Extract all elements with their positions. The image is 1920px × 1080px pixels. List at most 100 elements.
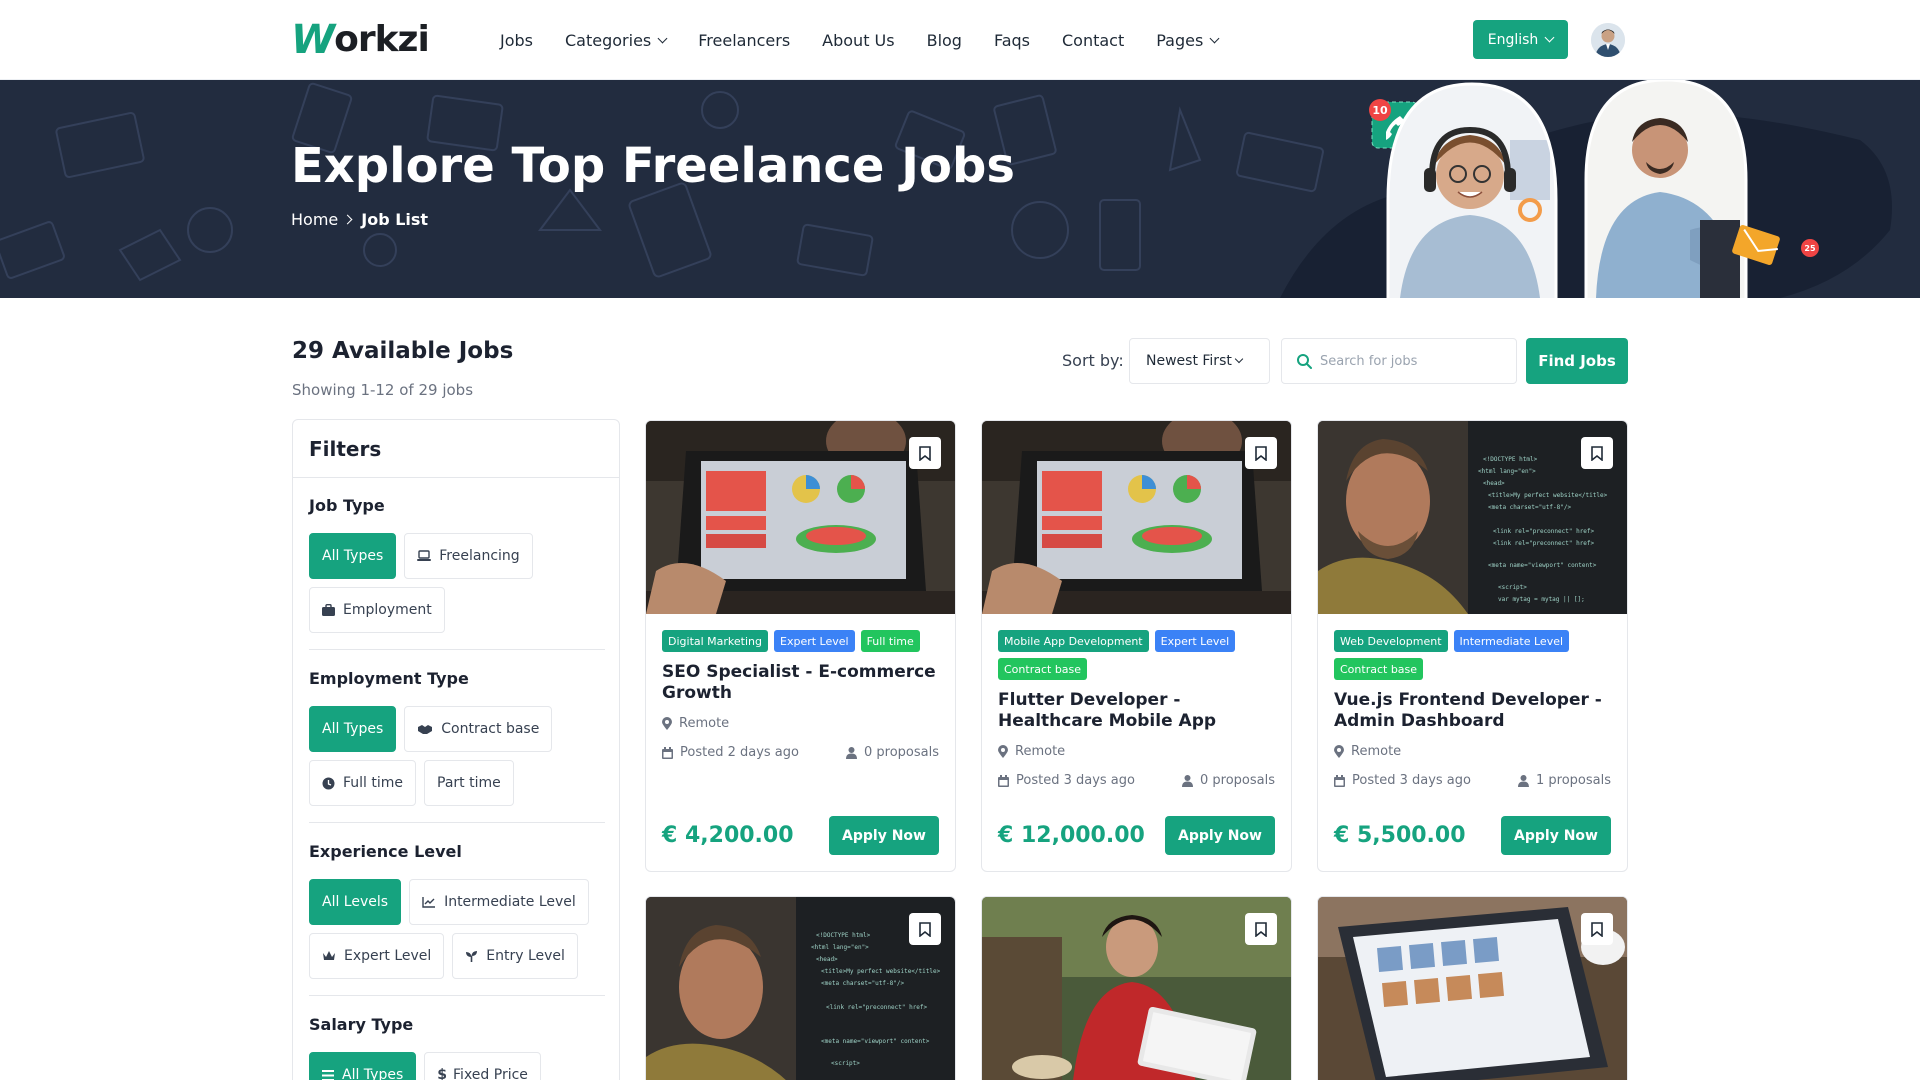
nav-pages-label: Pages (1156, 30, 1204, 50)
divider (309, 649, 605, 650)
level-tag[interactable]: Intermediate Level (1453, 630, 1570, 652)
filter-option-label: Expert Level (344, 948, 432, 964)
sort-select[interactable]: Newest First (1129, 338, 1270, 384)
logo-text: orkzi (334, 19, 430, 60)
apply-now-button[interactable]: Apply Now (1165, 816, 1275, 855)
job-title[interactable]: Vue.js Frontend Developer - Admin Dashbo… (1334, 690, 1611, 732)
level-tag[interactable]: Expert Level (1154, 630, 1236, 652)
nav-about[interactable]: About Us (822, 31, 894, 50)
filter-option-entry-level[interactable]: Entry Level (452, 933, 578, 979)
site-header: W orkzi Jobs Categories Freelancers Abou… (0, 0, 1920, 80)
nav-jobs[interactable]: Jobs (500, 31, 533, 50)
svg-text:<head>: <head> (816, 956, 838, 963)
user-icon (1518, 774, 1529, 787)
svg-text:<head>: <head> (1483, 480, 1505, 487)
job-location: Remote (998, 744, 1275, 759)
search-box[interactable] (1281, 338, 1517, 384)
svg-text:<meta charset="utf-8"/>: <meta charset="utf-8"/> (821, 980, 904, 987)
filter-option-all-levels[interactable]: All Levels (309, 879, 402, 925)
nav-contact[interactable]: Contact (1062, 31, 1124, 50)
category-tag[interactable]: Web Development (1334, 630, 1448, 652)
sort-label: Sort by: (1062, 351, 1124, 370)
chevron-down-icon (1209, 33, 1220, 43)
nav-faqs[interactable]: Faqs (994, 31, 1030, 50)
bookmark-icon (1255, 445, 1267, 461)
bookmark-button[interactable] (1581, 913, 1613, 945)
job-proposals: 0 proposals (846, 745, 939, 760)
job-card[interactable]: Digital Marketing Expert Level Full time… (645, 420, 956, 872)
user-icon (1182, 774, 1193, 787)
avatar-image (1591, 23, 1625, 57)
filter-option-freelancing[interactable]: Freelancing (404, 533, 533, 579)
filter-option-full-time[interactable]: Full time (309, 760, 417, 806)
employment-tag[interactable]: Full time (860, 630, 920, 652)
nav-blog[interactable]: Blog (927, 31, 962, 50)
filter-option-contract-base[interactable]: Contract base (404, 706, 553, 752)
filter-option-expert-level[interactable]: Expert Level (309, 933, 445, 979)
bookmark-icon (919, 445, 931, 461)
filter-option-label: Entry Level (486, 948, 565, 964)
bookmark-icon (919, 921, 931, 937)
search-icon (1297, 354, 1312, 369)
filter-group-title: Employment Type (309, 669, 469, 688)
category-tag[interactable]: Digital Marketing (662, 630, 768, 652)
filter-group-employment-type: Employment Type All Types Contract base … (309, 669, 605, 806)
filter-option-part-time[interactable]: Part time (424, 760, 514, 806)
calendar-icon (998, 774, 1009, 787)
filter-option-intermediate-level[interactable]: Intermediate Level (409, 879, 589, 925)
svg-text:<script>: <script> (1498, 584, 1527, 591)
filters-panel: Filters Job Type All Types Freelancing E… (292, 419, 620, 1080)
logo[interactable]: W orkzi (291, 19, 430, 61)
find-jobs-button[interactable]: Find Jobs (1526, 338, 1628, 384)
user-icon (846, 746, 857, 759)
filter-option-all-types[interactable]: All Types (309, 706, 397, 752)
employment-tag[interactable]: Contract base (1334, 658, 1424, 680)
job-card[interactable] (981, 896, 1292, 1080)
filter-group-title: Job Type (309, 496, 385, 515)
dollar-icon: $ (437, 1067, 448, 1080)
job-posted: Posted 2 days ago (662, 745, 799, 760)
bookmark-button[interactable] (1245, 437, 1277, 469)
avatar[interactable] (1591, 23, 1625, 57)
job-image (1318, 897, 1627, 1080)
language-dropdown[interactable]: English (1473, 20, 1568, 59)
job-title[interactable]: SEO Specialist - E-commerce Growth (662, 662, 939, 704)
breadcrumb-current: Job List (361, 210, 429, 229)
filter-option-label: All Types (322, 721, 384, 737)
bookmark-button[interactable] (1245, 913, 1277, 945)
nav-freelancers[interactable]: Freelancers (698, 31, 790, 50)
filter-option-all-types[interactable]: All Types (309, 1052, 417, 1080)
level-tag[interactable]: Expert Level (774, 630, 855, 652)
filter-option-employment[interactable]: Employment (309, 587, 445, 633)
filter-option-fixed-price[interactable]: $ Fixed Price (424, 1052, 541, 1080)
job-card[interactable]: Mobile App Development Expert Level Cont… (981, 420, 1292, 872)
apply-now-button[interactable]: Apply Now (829, 816, 939, 855)
filter-option-label: Intermediate Level (444, 894, 576, 910)
job-card[interactable]: <!DOCTYPE html> <html lang="en"> <head> … (1317, 420, 1628, 872)
breadcrumb: Home Job List (291, 210, 428, 229)
job-card[interactable] (1317, 896, 1628, 1080)
job-proposals: 0 proposals (1182, 773, 1275, 788)
job-title[interactable]: Flutter Developer - Healthcare Mobile Ap… (998, 690, 1275, 732)
bookmark-button[interactable] (909, 437, 941, 469)
bookmark-button[interactable] (909, 913, 941, 945)
category-tag[interactable]: Mobile App Development (998, 630, 1149, 652)
employment-tag[interactable]: Contract base (998, 658, 1088, 680)
nav-pages[interactable]: Pages (1156, 30, 1220, 50)
divider (309, 995, 605, 996)
bookmark-button[interactable] (1581, 437, 1613, 469)
nav-categories[interactable]: Categories (565, 31, 668, 50)
job-card[interactable]: <!DOCTYPE html> <html lang="en"> <head> … (645, 896, 956, 1080)
svg-text:var mytag = mytag || [];: var mytag = mytag || []; (1498, 596, 1585, 603)
search-input[interactable] (1320, 353, 1500, 369)
calendar-icon (662, 746, 673, 759)
job-location: Remote (1334, 744, 1611, 759)
job-image: <!DOCTYPE html> <html lang="en"> <head> … (646, 897, 955, 1080)
apply-now-button[interactable]: Apply Now (1501, 816, 1611, 855)
handshake-icon (418, 725, 433, 734)
filter-option-all-types[interactable]: All Types (309, 533, 397, 579)
breadcrumb-home[interactable]: Home (291, 210, 338, 229)
job-posted: Posted 3 days ago (998, 773, 1135, 788)
filter-group-experience-level: Experience Level All Levels Intermediate… (309, 842, 605, 979)
filter-option-label: Contract base (441, 721, 540, 737)
